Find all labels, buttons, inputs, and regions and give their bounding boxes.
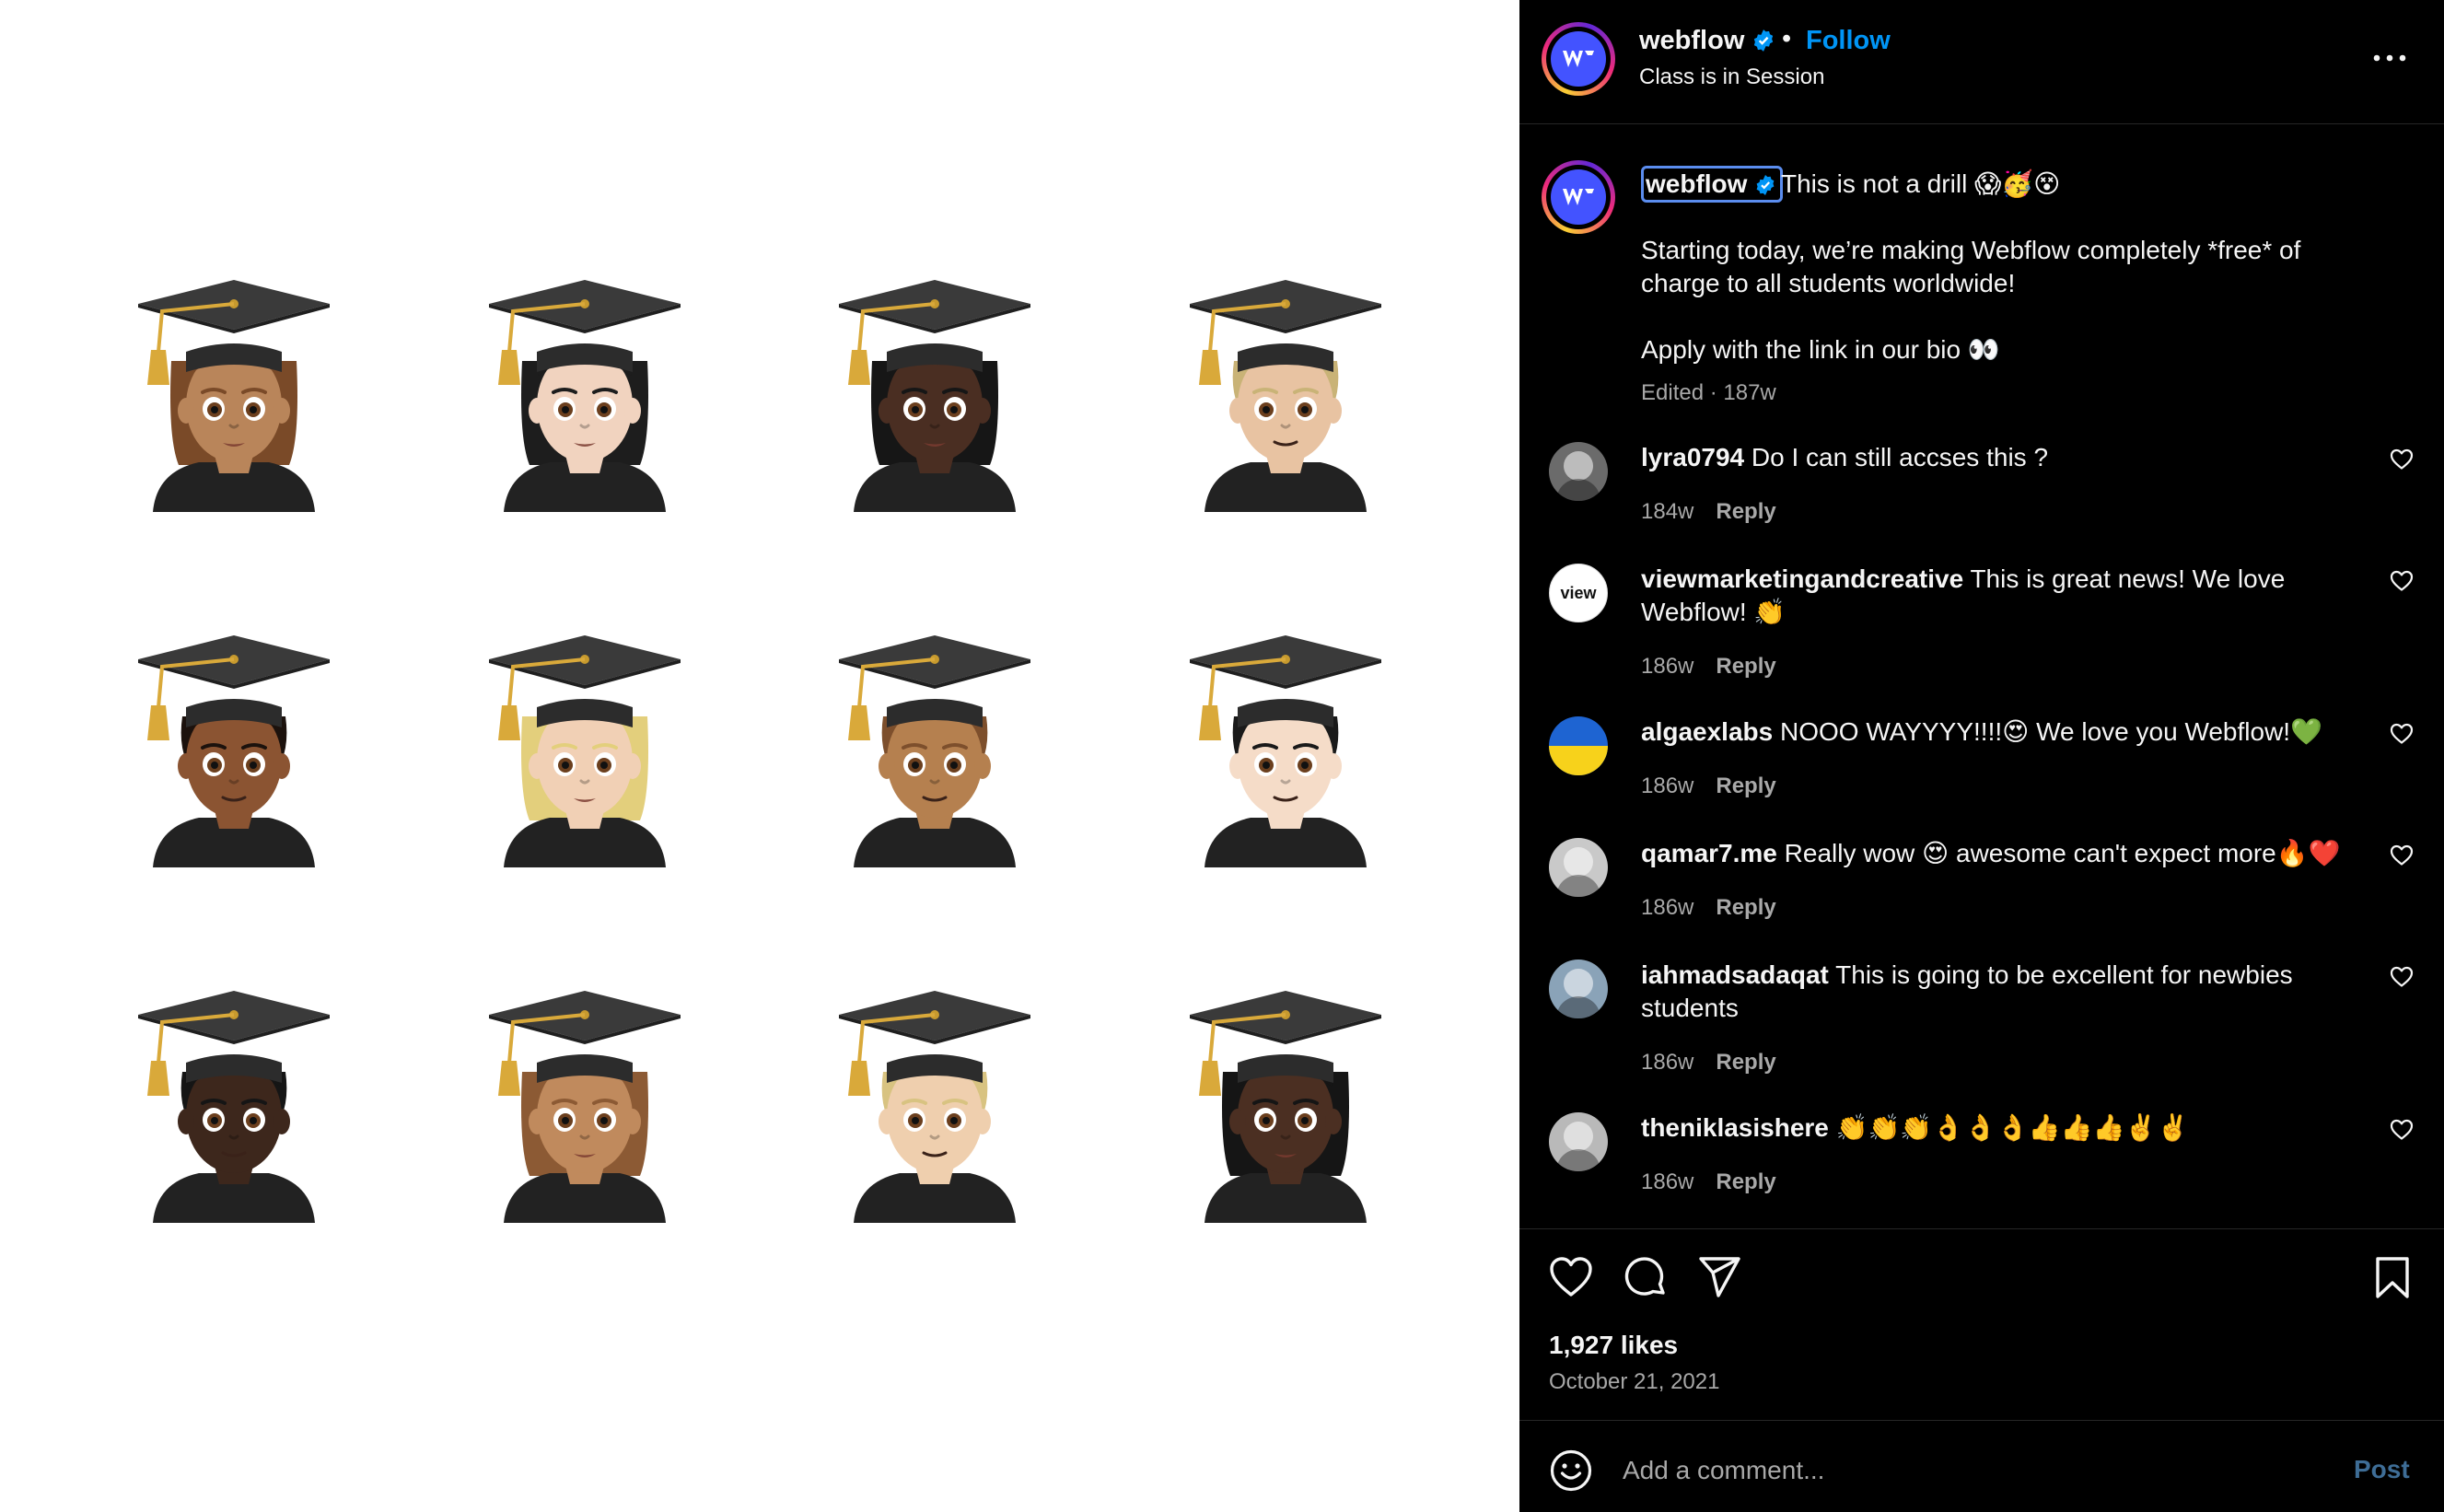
bookmark-icon[interactable]: [2374, 1256, 2411, 1300]
comment-meta: 184w Reply: [1641, 499, 1776, 525]
comment-text-line1: 👏👏👏👌👌👌👍👍👍✌️✌️: [1835, 1113, 2190, 1142]
header-subtitle[interactable]: Class is in Session: [1639, 64, 1824, 90]
follow-button[interactable]: Follow: [1806, 26, 1891, 56]
post-button[interactable]: Post: [2354, 1455, 2410, 1484]
reply-button[interactable]: Reply: [1716, 1169, 1775, 1194]
graduate-emoji: [485, 987, 684, 1223]
graduate-emoji: [134, 987, 333, 1223]
verified-badge-icon: [1754, 29, 1774, 52]
comment-text: lyra0794 Do I can still accses this ?: [1641, 441, 2048, 474]
comment-meta: 186w Reply: [1641, 654, 1776, 680]
graduate-emoji: [134, 276, 333, 512]
comment-text: iahmadsadaqat This is going to be excell…: [1641, 959, 2293, 992]
comment-username[interactable]: lyra0794: [1641, 443, 1744, 471]
comment-like-icon[interactable]: [2390, 966, 2414, 988]
commenter-avatar[interactable]: [1549, 1112, 1608, 1171]
caption-text-line1: This is not a drill 😱🥳😵: [1781, 169, 2061, 198]
graduate-emoji: [835, 632, 1034, 867]
comment-text: algaexlabs NOOO WAYYYY!!!!😍 We love you …: [1641, 715, 2322, 749]
heart-icon[interactable]: [1549, 1256, 1593, 1298]
comment-meta: 186w Reply: [1641, 773, 1776, 799]
actions-divider: [1519, 1228, 2444, 1229]
comment-text-line2: Webflow! 👏: [1641, 598, 1786, 626]
caption-username[interactable]: webflow: [1641, 166, 1784, 203]
comment-time[interactable]: 186w: [1641, 895, 1693, 920]
comment-text-line1: This is great news! We love: [1970, 564, 2286, 593]
graduate-emoji: [1186, 276, 1385, 512]
comment-text-line1: This is going to be excellent for newbie…: [1835, 960, 2293, 989]
comment-icon[interactable]: [1624, 1256, 1669, 1300]
comment-username[interactable]: theniklasishere: [1641, 1113, 1829, 1142]
likes-count[interactable]: 1,927 likes: [1549, 1331, 1678, 1360]
commenter-avatar[interactable]: [1549, 442, 1608, 501]
commenter-avatar[interactable]: [1549, 838, 1608, 897]
comment-like-icon[interactable]: [2390, 570, 2414, 592]
graduate-emoji: [835, 987, 1034, 1223]
comment-time[interactable]: 186w: [1641, 654, 1693, 679]
caption-text-line4: Apply with the link in our bio 👀: [1641, 335, 2000, 364]
graduate-emoji: [1186, 987, 1385, 1223]
caption-meta: Edited · 187w: [1641, 380, 1776, 405]
post-date[interactable]: October 21, 2021: [1549, 1369, 1719, 1395]
graduate-emoji: [485, 632, 684, 867]
comment-username[interactable]: iahmadsadaqat: [1641, 960, 1829, 989]
webflow-logo-icon: [1551, 31, 1606, 87]
commenter-avatar[interactable]: view: [1549, 564, 1608, 622]
caption-avatar[interactable]: [1542, 160, 1615, 234]
webflow-logo-icon: [1551, 169, 1606, 225]
comment-username[interactable]: qamar7.me: [1641, 839, 1777, 867]
comment-meta: 186w Reply: [1641, 1050, 1776, 1076]
header-separator: •: [1782, 24, 1792, 53]
caption-text-line2: Starting today, we’re making Webflow com…: [1641, 236, 2301, 264]
comment-username[interactable]: viewmarketingandcreative: [1641, 564, 1963, 593]
graduate-emoji: [485, 276, 684, 512]
comment-time[interactable]: 184w: [1641, 499, 1693, 524]
reply-button[interactable]: Reply: [1716, 1050, 1775, 1075]
comment-input[interactable]: [1623, 1450, 2286, 1491]
comment-like-icon[interactable]: [2390, 448, 2414, 471]
comment-time[interactable]: 186w: [1641, 1169, 1693, 1194]
header-divider: [1519, 123, 2444, 124]
comment-text-line2: students: [1641, 994, 1739, 1022]
comment-text-line1: Do I can still accses this ?: [1751, 443, 2049, 471]
comment-username[interactable]: algaexlabs: [1641, 717, 1773, 746]
comment-text: qamar7.me Really wow 😍 awesome can't exp…: [1641, 837, 2340, 870]
comment-like-icon[interactable]: [2390, 844, 2414, 866]
more-horizontal-icon[interactable]: [2368, 44, 2411, 72]
commenter-avatar[interactable]: [1549, 960, 1608, 1018]
comment-time[interactable]: 186w: [1641, 773, 1693, 798]
comment-like-icon[interactable]: [2390, 723, 2414, 745]
avatar-text: view: [1560, 583, 1597, 602]
comment-time[interactable]: 186w: [1641, 1050, 1693, 1075]
smiley-icon[interactable]: [1549, 1448, 1593, 1493]
reply-button[interactable]: Reply: [1716, 654, 1775, 679]
composer-divider: [1519, 1420, 2444, 1421]
caption-text-line3: charge to all students worldwide!: [1641, 269, 2016, 297]
comment-like-icon[interactable]: [2390, 1119, 2414, 1141]
comment-text-line1: Really wow 😍 awesome can't expect more🔥❤…: [1784, 839, 2341, 867]
reply-button[interactable]: Reply: [1716, 895, 1775, 920]
verified-badge-icon: [1756, 175, 1775, 195]
share-icon[interactable]: [1698, 1256, 1742, 1298]
comment-meta: 186w Reply: [1641, 895, 1776, 921]
comment-text: viewmarketingandcreative This is great n…: [1641, 563, 2285, 596]
graduate-emoji: [835, 276, 1034, 512]
graduate-emoji: [134, 632, 333, 867]
commenter-avatar[interactable]: [1549, 716, 1608, 775]
comment-meta: 186w Reply: [1641, 1169, 1776, 1195]
reply-button[interactable]: Reply: [1716, 773, 1775, 798]
graduate-emoji: [1186, 632, 1385, 867]
post-media[interactable]: [0, 0, 1519, 1512]
reply-button[interactable]: Reply: [1716, 499, 1775, 524]
comment-text: theniklasishere 👏👏👏👌👌👌👍👍👍✌️✌️: [1641, 1111, 2189, 1145]
header-username[interactable]: webflow: [1639, 26, 1775, 56]
header-avatar[interactable]: [1542, 22, 1615, 96]
comment-text-line1: NOOO WAYYYY!!!!😍 We love you Webflow!💚: [1779, 717, 2322, 746]
